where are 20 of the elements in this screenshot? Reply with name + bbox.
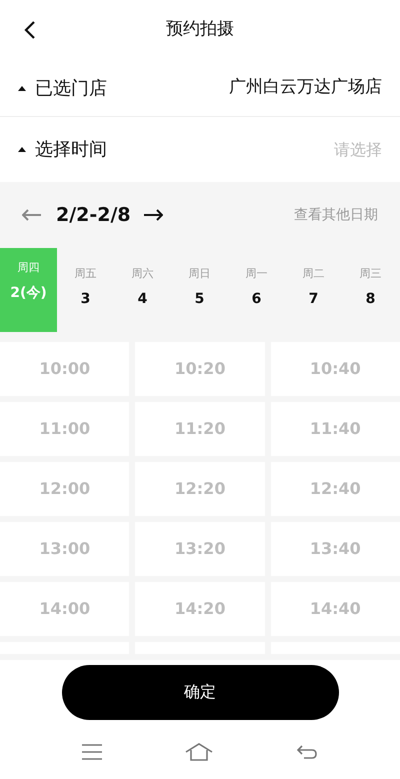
store-label: 已选门店 [35,76,107,100]
confirm-button[interactable]: 确定 [62,664,338,720]
day-tab[interactable]: 周二 7 [285,248,342,332]
next-week-icon[interactable] [142,208,165,222]
day-tab[interactable]: 周六 4 [114,248,171,332]
day-tab[interactable]: 周一 6 [228,248,285,332]
other-dates-link[interactable]: 查看其他日期 [294,204,378,226]
time-placeholder[interactable]: 请选择 [334,138,382,162]
day-tab[interactable]: 周四 2(今) [0,248,57,332]
day-tab[interactable]: 周三 8 [342,248,399,332]
week-range: 2/2-2/8 [56,202,131,228]
time-label: 选择时间 [35,138,107,162]
day-tab[interactable]: 周日 5 [171,248,228,332]
menu-icon[interactable] [82,744,102,760]
back-icon[interactable] [24,20,36,40]
previous-week-icon[interactable] [22,208,44,222]
home-icon[interactable] [184,742,213,760]
store-value[interactable]: 广州白云万达广场店 [229,75,382,101]
day-tab[interactable]: 周五 3 [57,248,114,332]
page-title: 预约拍摄 [166,18,234,42]
